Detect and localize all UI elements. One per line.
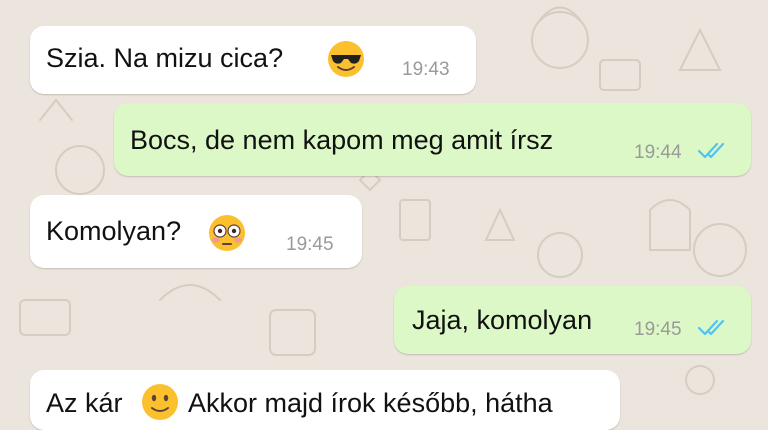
- message-bubble-incoming[interactable]: Az kár Akkor majd írok később, hátha: [30, 370, 620, 430]
- message-text: Szia. Na mizu cica?: [46, 43, 284, 73]
- message-timestamp: 19:45: [634, 319, 682, 340]
- message-timestamp: 19:44: [634, 142, 682, 163]
- message-bubble-incoming[interactable]: Komolyan? 19:45: [30, 195, 362, 268]
- message-bubble-incoming[interactable]: Szia. Na mizu cica? 19:43: [30, 26, 476, 94]
- message-text: Komolyan?: [46, 216, 182, 246]
- flushed-face-icon: [209, 215, 245, 251]
- message-timestamp: 19:45: [286, 234, 334, 255]
- message-text: Az kár: [46, 388, 123, 418]
- message-bubble-outgoing[interactable]: Bocs, de nem kapom meg amit írsz 19:44: [114, 103, 751, 176]
- read-receipt-icon: [697, 142, 725, 159]
- slightly-smiling-face-icon: [142, 384, 178, 420]
- read-receipt-icon: [697, 319, 725, 336]
- message-bubble-outgoing[interactable]: Jaja, komolyan 19:45: [394, 286, 751, 354]
- smiling-face-with-sunglasses-icon: [328, 41, 364, 77]
- message-timestamp: 19:43: [402, 59, 450, 80]
- message-text: Jaja, komolyan: [412, 305, 593, 335]
- message-text: Bocs, de nem kapom meg amit írsz: [130, 125, 554, 155]
- message-text-continued: Akkor majd írok később, hátha: [188, 388, 553, 418]
